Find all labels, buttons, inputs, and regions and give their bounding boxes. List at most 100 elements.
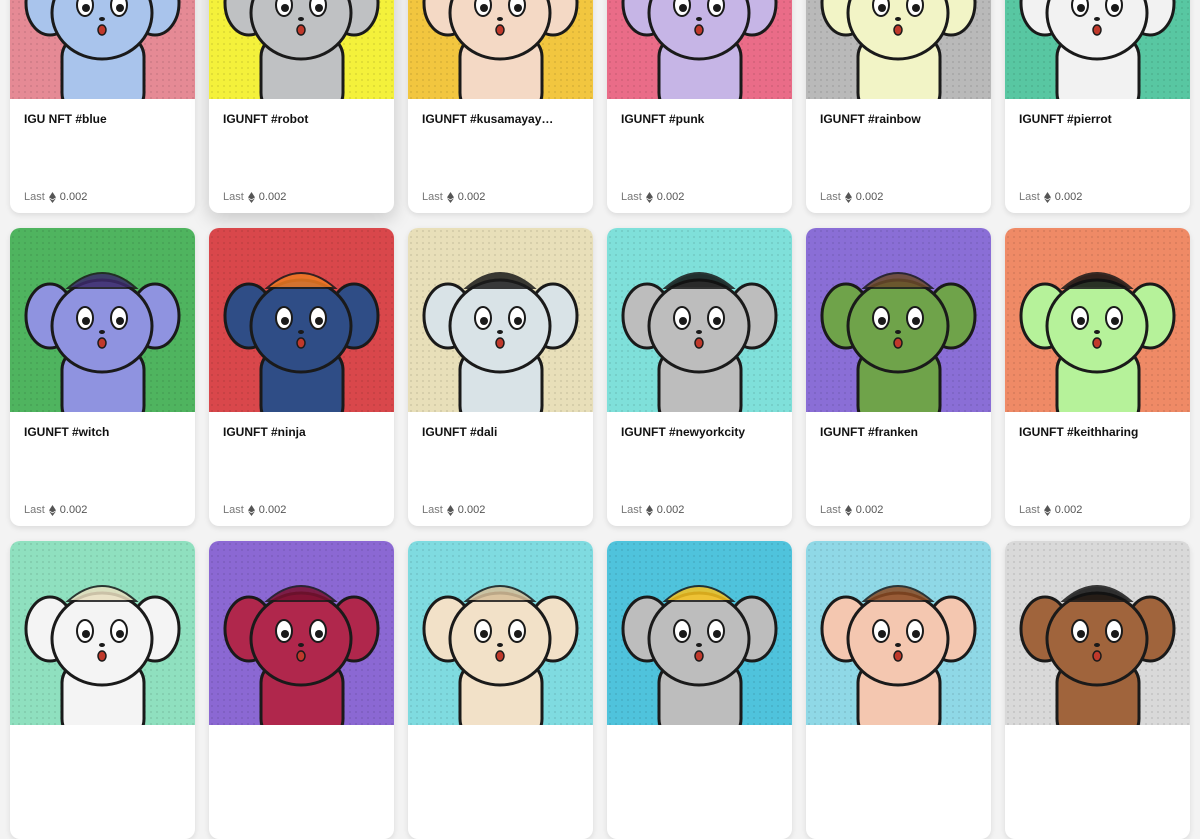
nft-title[interactable]: IGUNFT #dali [422, 424, 579, 440]
devil-bear-icon[interactable] [209, 541, 394, 725]
nft-card[interactable] [408, 541, 593, 839]
nft-title[interactable]: IGUNFT #ninja [223, 424, 380, 440]
last-price: Last 0.002 [621, 504, 684, 516]
ethereum-icon [48, 504, 56, 516]
last-price: Last 0.002 [24, 191, 87, 203]
last-price: Last 0.002 [223, 191, 286, 203]
ethereum-icon [247, 504, 255, 516]
price-value: 0.002 [855, 504, 884, 516]
cream-bear-icon[interactable] [10, 541, 195, 725]
price-value: 0.002 [258, 191, 287, 203]
nft-card[interactable]: IGUNFT #witch Last 0.002 [10, 228, 195, 526]
nft-title[interactable]: IGUNFT #keithharing [1019, 424, 1176, 440]
last-label: Last [24, 191, 45, 203]
last-price: Last 0.002 [820, 191, 883, 203]
nft-title[interactable]: IGUNFT #newyorkcity [621, 424, 778, 440]
nft-card[interactable]: IGU NFT #blue Last 0.002 [10, 0, 195, 213]
price-value: 0.002 [457, 191, 486, 203]
card-info: IGUNFT #robot [209, 99, 394, 127]
nft-title[interactable]: IGUNFT #witch [24, 424, 181, 440]
nft-card[interactable] [209, 541, 394, 839]
nft-title[interactable]: IGUNFT #pierrot [1019, 111, 1176, 127]
polka-dot-bear-icon[interactable] [408, 0, 593, 99]
last-label: Last [422, 191, 443, 203]
nft-title[interactable] [820, 737, 977, 753]
nft-card[interactable]: IGUNFT #ninja Last 0.002 [209, 228, 394, 526]
nft-card[interactable]: IGUNFT #punk Last 0.002 [607, 0, 792, 213]
card-info: IGUNFT #newyorkcity [607, 412, 792, 440]
pierrot-bear-icon[interactable] [1005, 0, 1190, 99]
price-value: 0.002 [59, 191, 88, 203]
nft-card[interactable] [806, 541, 991, 839]
nft-title[interactable]: IGU NFT #blue [24, 111, 181, 127]
last-label: Last [422, 504, 443, 516]
newyork-bear-icon[interactable] [607, 228, 792, 412]
mickey-bear-icon[interactable] [1005, 541, 1190, 725]
nft-card[interactable]: IGUNFT #dali Last 0.002 [408, 228, 593, 526]
card-info: IGUNFT #rainbow [806, 99, 991, 127]
ethereum-icon [844, 191, 852, 203]
nft-card[interactable]: IGUNFT #kusamayay… Last 0.002 [408, 0, 593, 213]
nft-title[interactable] [1019, 737, 1176, 753]
nft-title[interactable]: IGUNFT #franken [820, 424, 977, 440]
nft-card[interactable]: IGUNFT #pierrot Last 0.002 [1005, 0, 1190, 213]
nft-title[interactable] [24, 737, 181, 753]
ethereum-icon [645, 504, 653, 516]
nft-title[interactable]: IGUNFT #punk [621, 111, 778, 127]
ethereum-icon [48, 191, 56, 203]
last-price: Last 0.002 [621, 191, 684, 203]
ethereum-icon [446, 191, 454, 203]
nft-title[interactable]: IGUNFT #rainbow [820, 111, 977, 127]
keithharing-bear-icon[interactable] [1005, 228, 1190, 412]
card-info [408, 725, 593, 753]
last-price: Last 0.002 [422, 504, 485, 516]
dali-bear-icon[interactable] [408, 228, 593, 412]
nft-title[interactable]: IGUNFT #kusamayay… [422, 111, 579, 127]
ethereum-icon [1043, 504, 1051, 516]
last-price: Last 0.002 [223, 504, 286, 516]
nft-card[interactable]: IGUNFT #franken Last 0.002 [806, 228, 991, 526]
franken-bear-icon[interactable] [806, 228, 991, 412]
nft-card[interactable]: IGUNFT #keithharing Last 0.002 [1005, 228, 1190, 526]
card-info: IGUNFT #pierrot [1005, 99, 1190, 127]
card-info: IGUNFT #witch [10, 412, 195, 440]
price-value: 0.002 [855, 191, 884, 203]
card-info [209, 725, 394, 753]
card-info: IGUNFT #punk [607, 99, 792, 127]
nft-card[interactable] [10, 541, 195, 839]
angel-bear-icon[interactable] [806, 541, 991, 725]
last-label: Last [621, 504, 642, 516]
punk-bear-icon[interactable] [607, 0, 792, 99]
last-price: Last 0.002 [820, 504, 883, 516]
ethereum-icon [1043, 191, 1051, 203]
nft-title[interactable] [422, 737, 579, 753]
last-label: Last [24, 504, 45, 516]
nft-card[interactable] [1005, 541, 1190, 839]
nft-title[interactable]: IGUNFT #robot [223, 111, 380, 127]
last-price: Last 0.002 [1019, 191, 1082, 203]
nft-title[interactable] [223, 737, 380, 753]
glasses-bear-icon[interactable] [408, 541, 593, 725]
witch-bear-icon[interactable] [10, 228, 195, 412]
price-value: 0.002 [457, 504, 486, 516]
last-label: Last [820, 504, 841, 516]
rainbow-bear-icon[interactable] [806, 0, 991, 99]
ninja-bear-icon[interactable] [209, 228, 394, 412]
last-price: Last 0.002 [24, 504, 87, 516]
price-value: 0.002 [656, 191, 685, 203]
price-value: 0.002 [656, 504, 685, 516]
nft-title[interactable] [621, 737, 778, 753]
blue-bear-icon[interactable] [10, 0, 195, 99]
ethereum-icon [645, 191, 653, 203]
nft-card[interactable] [607, 541, 792, 839]
last-label: Last [223, 504, 244, 516]
nft-card[interactable]: IGUNFT #robot Last 0.002 [209, 0, 394, 213]
last-price: Last 0.002 [422, 191, 485, 203]
egg-bear-icon[interactable] [607, 541, 792, 725]
card-info: IGUNFT #kusamayay… [408, 99, 593, 127]
price-value: 0.002 [59, 504, 88, 516]
nft-card[interactable]: IGUNFT #rainbow Last 0.002 [806, 0, 991, 213]
robot-bear-icon[interactable] [209, 0, 394, 99]
nft-card[interactable]: IGUNFT #newyorkcity Last 0.002 [607, 228, 792, 526]
last-label: Last [1019, 191, 1040, 203]
